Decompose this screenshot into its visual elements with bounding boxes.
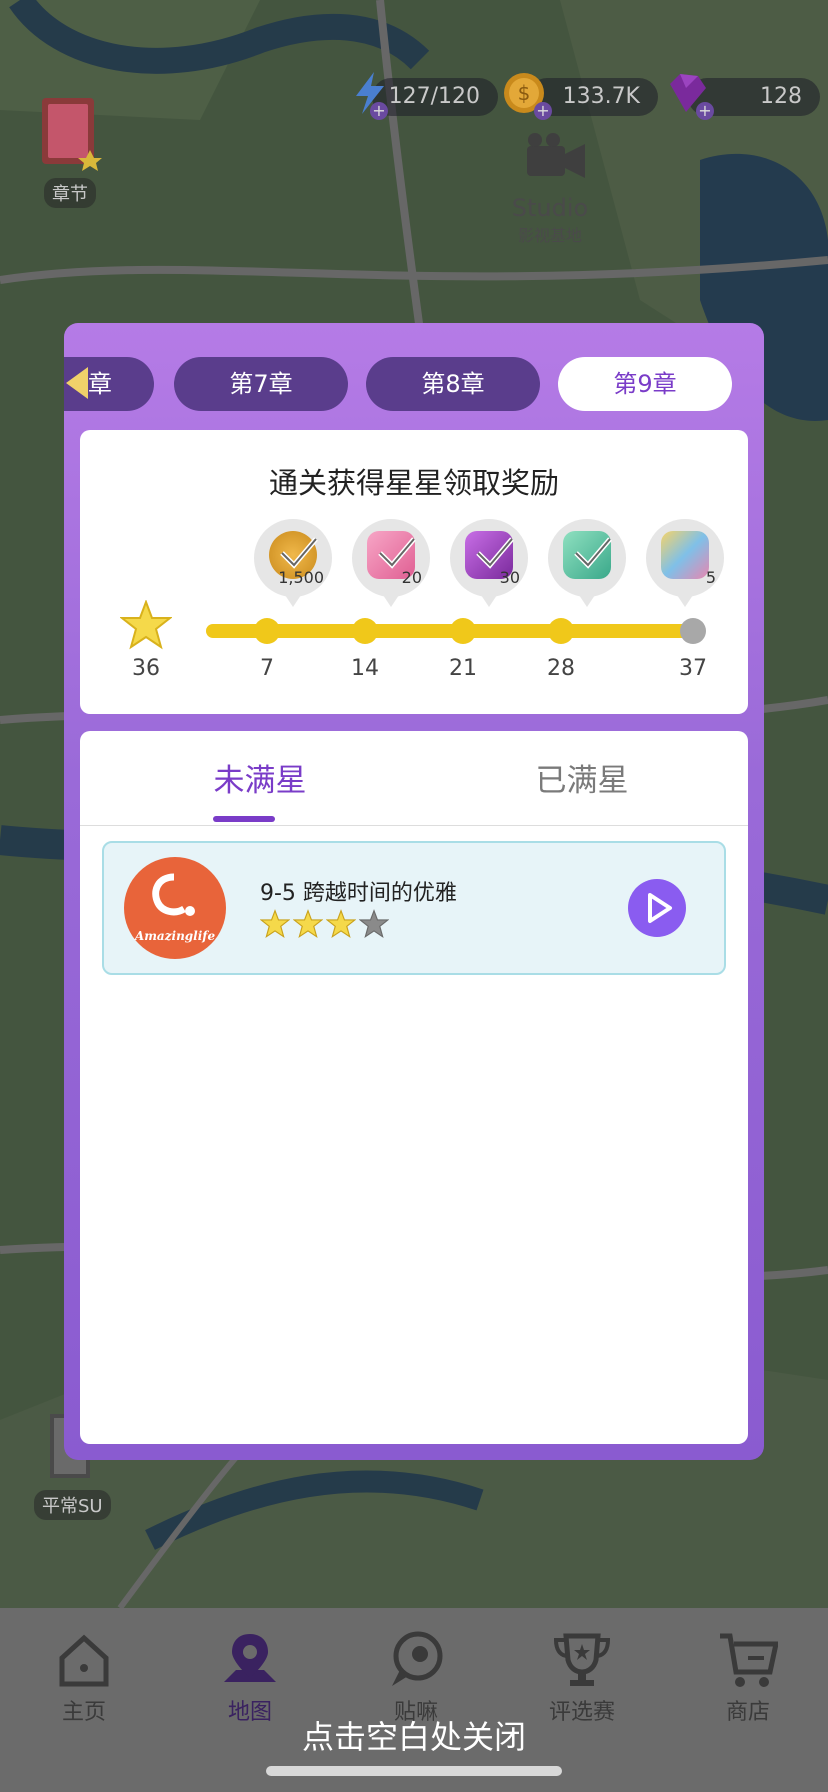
play-level-button[interactable] xyxy=(628,879,686,937)
studio-map-marker[interactable]: Studio 影视基地 xyxy=(500,130,600,246)
claimed-check-icon xyxy=(280,537,318,569)
reward-count: 20 xyxy=(401,568,422,587)
milestone-label: 7 xyxy=(260,656,274,681)
progress-node-14 xyxy=(352,618,378,644)
close-hint[interactable]: 点击空白处关闭 xyxy=(0,1712,828,1758)
map-pin-icon xyxy=(224,1634,276,1682)
studio-label: Studio xyxy=(511,194,589,222)
reward-bubble-7[interactable]: 1,500 xyxy=(254,519,332,607)
milestone-label: 14 xyxy=(351,656,379,681)
tab-full-stars[interactable]: 已满星 xyxy=(482,755,682,800)
add-coins-button[interactable]: + xyxy=(534,102,552,120)
milestone-label: 28 xyxy=(547,656,575,681)
play-icon xyxy=(648,893,672,923)
home-indicator[interactable] xyxy=(266,1766,562,1776)
claimed-check-icon xyxy=(574,537,612,569)
list-item[interactable]: Amazinglife 9-5 跨越时间的优雅 xyxy=(102,841,726,975)
reward-count: 30 xyxy=(499,568,520,587)
chat-bubble-icon xyxy=(392,1631,443,1686)
progress-node-21 xyxy=(450,618,476,644)
brand-name: Amazinglife xyxy=(134,929,216,943)
side-mode-label[interactable]: 平常SU xyxy=(34,1490,111,1520)
claimed-check-icon xyxy=(378,537,416,569)
brand-logo: Amazinglife xyxy=(124,857,226,959)
home-icon xyxy=(59,1634,109,1687)
star-filled-icon xyxy=(292,909,324,939)
reward-bubble-14[interactable]: 20 xyxy=(352,519,430,607)
level-title: 9-5 跨越时间的优雅 xyxy=(260,881,457,906)
level-stars xyxy=(259,909,392,943)
tab-not-full-stars[interactable]: 未满星 xyxy=(160,755,360,800)
chapter-label[interactable]: 章节 xyxy=(44,178,96,208)
star-reward-card: 通关获得星星领取奖励 1,500 20 30 5 36 7 14 21 28 3… xyxy=(80,430,748,714)
active-tab-indicator xyxy=(213,816,275,822)
progress-node-37 xyxy=(680,618,706,644)
trophy-icon xyxy=(553,1633,611,1686)
reward-count: 1,500 xyxy=(278,568,324,587)
star-empty-icon xyxy=(358,909,390,939)
reward-bubble-21[interactable]: 30 xyxy=(450,519,528,607)
star-filled-icon xyxy=(259,909,291,939)
milestone-label: 37 xyxy=(679,656,707,681)
tab-chapter-7[interactable]: 第7章 xyxy=(174,357,348,411)
reward-title: 通关获得星星领取奖励 xyxy=(268,466,559,500)
reward-count: 5 xyxy=(705,568,716,587)
star-filled-icon xyxy=(325,909,357,939)
chapter-reward-modal: 章 第7章 第8章 第9章 通关获得星星领取奖励 1,500 20 30 5 3… xyxy=(64,323,764,1460)
progress-node-7 xyxy=(254,618,280,644)
palette-reward-icon xyxy=(661,531,709,579)
reward-bubble-37[interactable]: 5 xyxy=(646,519,724,607)
tab-chapter-9[interactable]: 第9章 xyxy=(558,357,732,411)
claimed-check-icon xyxy=(476,537,514,569)
add-gems-button[interactable]: + xyxy=(696,102,714,120)
progress-node-28 xyxy=(548,618,574,644)
reward-bubble-28[interactable] xyxy=(548,519,626,607)
current-star-count: 36 xyxy=(132,656,160,681)
star-icon xyxy=(120,600,172,650)
svg-text:$: $ xyxy=(518,81,531,105)
bottom-nav: 主页 地图 贴嘛 评选赛 商店 xyxy=(0,1608,828,1792)
studio-sub-label: 影视基地 xyxy=(517,226,582,245)
tab-divider xyxy=(80,825,748,826)
milestone-label: 21 xyxy=(449,656,477,681)
level-list-card: 未满星 已满星 Amazinglife 9-5 跨越时间的优雅 xyxy=(80,731,748,1444)
chapter-book-icon[interactable] xyxy=(38,94,106,174)
tab-chapter-8[interactable]: 第8章 xyxy=(366,357,540,411)
add-energy-button[interactable]: + xyxy=(370,102,388,120)
chevron-left-icon[interactable] xyxy=(66,367,88,399)
chapter-tabs: 章 第7章 第8章 第9章 xyxy=(64,357,764,413)
shopping-cart-icon xyxy=(720,1633,778,1687)
